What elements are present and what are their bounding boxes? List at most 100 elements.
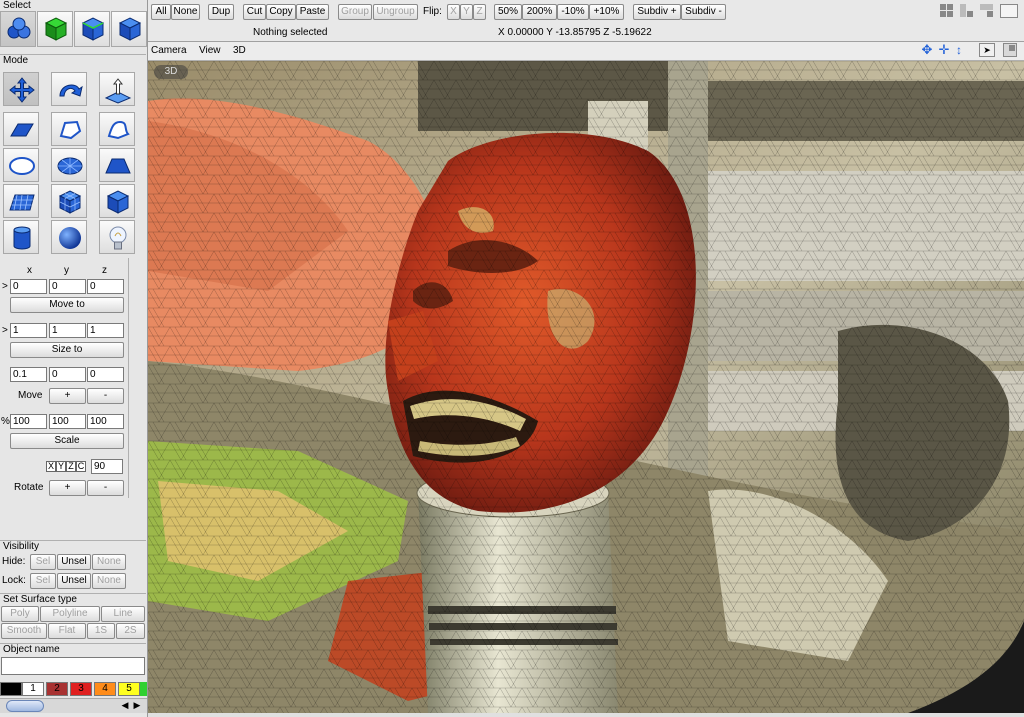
- cylinder-primitive-tool[interactable]: [3, 220, 39, 254]
- rotate-minus-button[interactable]: -: [87, 480, 124, 496]
- paste-button[interactable]: Paste: [296, 4, 329, 20]
- move-plus-button[interactable]: +: [49, 388, 86, 404]
- layout-single-icon[interactable]: [940, 4, 954, 18]
- select-faces-tool[interactable]: [37, 11, 73, 47]
- surface-polyline-button[interactable]: Polyline: [40, 606, 100, 622]
- size-x-field[interactable]: 1: [10, 323, 47, 338]
- scale-z-field[interactable]: 100: [87, 414, 124, 429]
- object-name-field[interactable]: [1, 657, 145, 675]
- surface-flat-button[interactable]: Flat: [48, 623, 86, 639]
- lock-none-button[interactable]: None: [92, 573, 126, 589]
- flip-z-button[interactable]: Z: [473, 4, 486, 20]
- 3d-viewport[interactable]: 3D: [148, 61, 1024, 713]
- position-apply-arrow[interactable]: >: [2, 281, 8, 293]
- select-none-button[interactable]: None: [171, 4, 200, 20]
- rotate-z-checkbox[interactable]: Z: [66, 461, 76, 472]
- trapezoid-primitive-tool[interactable]: [99, 148, 135, 182]
- color-swatch-1[interactable]: 1: [22, 682, 44, 696]
- move-mode-tool[interactable]: [3, 72, 39, 106]
- position-x-field[interactable]: 0: [10, 279, 47, 294]
- hide-none-button[interactable]: None: [92, 554, 126, 570]
- select-all-button[interactable]: All: [151, 4, 171, 20]
- zoom-minus10-button[interactable]: -10%: [557, 4, 589, 20]
- light-primitive-tool[interactable]: [99, 220, 135, 254]
- move-to-button[interactable]: Move to: [10, 297, 124, 313]
- dolly-camera-icon[interactable]: ↕: [954, 43, 964, 57]
- subdiv-plus-button[interactable]: Subdiv +: [633, 4, 681, 20]
- hide-unselected-button[interactable]: Unsel: [57, 554, 91, 570]
- rotate-x-checkbox[interactable]: X: [46, 461, 56, 472]
- surface-smooth-button[interactable]: Smooth: [1, 623, 47, 639]
- rotate-mode-tool[interactable]: [51, 72, 87, 106]
- rotate-y-checkbox[interactable]: Y: [56, 461, 66, 472]
- flip-x-button[interactable]: X: [447, 4, 460, 20]
- grid-cube-tool[interactable]: [51, 184, 87, 218]
- flip-y-button[interactable]: Y: [460, 4, 473, 20]
- layout-full-icon[interactable]: [1000, 4, 1018, 18]
- surface-line-button[interactable]: Line: [101, 606, 145, 622]
- size-z-field[interactable]: 1: [87, 323, 124, 338]
- duplicate-button[interactable]: Dup: [208, 4, 234, 20]
- rotate-plus-button[interactable]: +: [49, 480, 86, 496]
- camera-menu[interactable]: Camera: [151, 45, 187, 57]
- plane-primitive-tool[interactable]: [3, 112, 39, 146]
- hide-selected-button[interactable]: Sel: [30, 554, 56, 570]
- spline-outline-tool[interactable]: [99, 112, 135, 146]
- rotate-angle-field[interactable]: 90: [91, 459, 123, 474]
- scale-mode-tool[interactable]: [99, 72, 135, 106]
- surface-1s-button[interactable]: 1S: [87, 623, 115, 639]
- select-vertices-tool[interactable]: [111, 11, 147, 47]
- color-swatch-more[interactable]: [140, 682, 147, 696]
- lock-unselected-button[interactable]: Unsel: [57, 573, 91, 589]
- copy-button[interactable]: Copy: [266, 4, 296, 20]
- select-edges-tool[interactable]: [74, 11, 110, 47]
- orbit-camera-icon[interactable]: ✥: [920, 43, 934, 57]
- zoom-50-button[interactable]: 50%: [494, 4, 522, 20]
- cut-button[interactable]: Cut: [243, 4, 266, 20]
- zoom-plus10-button[interactable]: +10%: [589, 4, 624, 20]
- size-y-field[interactable]: 1: [49, 323, 86, 338]
- layout-split-icon[interactable]: [960, 4, 974, 18]
- camera-view-icon[interactable]: ➤: [979, 43, 995, 57]
- swatch-scrollbar-thumb[interactable]: [6, 700, 44, 712]
- scale-y-field[interactable]: 100: [49, 414, 86, 429]
- scale-button[interactable]: Scale: [10, 433, 124, 449]
- cube-primitive-tool[interactable]: [99, 184, 135, 218]
- sphere-primitive-tool[interactable]: [51, 220, 87, 254]
- disc-primitive-tool[interactable]: [3, 148, 39, 182]
- rotate-c-checkbox[interactable]: C: [76, 461, 86, 472]
- ungroup-button[interactable]: Ungroup: [373, 4, 418, 20]
- scroll-left-icon[interactable]: ◀: [119, 698, 131, 712]
- object-name-section-title: Object name: [0, 643, 146, 655]
- surface-poly-button[interactable]: Poly: [1, 606, 39, 622]
- size-to-button[interactable]: Size to: [10, 342, 124, 358]
- polygon-outline-tool[interactable]: [51, 112, 87, 146]
- color-swatch-3[interactable]: 3: [70, 682, 92, 696]
- size-apply-arrow[interactable]: >: [2, 325, 8, 337]
- 3d-menu[interactable]: 3D: [233, 45, 246, 57]
- grid-primitive-tool[interactable]: [3, 184, 39, 218]
- position-z-field[interactable]: 0: [87, 279, 124, 294]
- scale-x-field[interactable]: 100: [10, 414, 47, 429]
- color-swatch-4[interactable]: 4: [94, 682, 116, 696]
- lock-selected-button[interactable]: Sel: [30, 573, 56, 589]
- view-menu[interactable]: View: [199, 45, 221, 57]
- move-step-y-field[interactable]: 0: [49, 367, 86, 382]
- group-button[interactable]: Group: [338, 4, 372, 20]
- move-step-x-field[interactable]: 0.1: [10, 367, 47, 382]
- filled-disc-tool[interactable]: [51, 148, 87, 182]
- zoom-200-button[interactable]: 200%: [522, 4, 557, 20]
- move-minus-button[interactable]: -: [87, 388, 124, 404]
- color-swatch-5[interactable]: 5: [118, 682, 140, 696]
- maximize-view-icon[interactable]: [1003, 43, 1017, 57]
- select-objects-tool[interactable]: [0, 11, 36, 47]
- move-step-z-field[interactable]: 0: [87, 367, 124, 382]
- color-swatch-2[interactable]: 2: [46, 682, 68, 696]
- layout-quad-icon[interactable]: [980, 4, 994, 18]
- subdiv-minus-button[interactable]: Subdiv -: [681, 4, 726, 20]
- position-y-field[interactable]: 0: [49, 279, 86, 294]
- scroll-right-icon[interactable]: ▶: [131, 698, 143, 712]
- color-swatch-black[interactable]: [0, 682, 22, 696]
- surface-2s-button[interactable]: 2S: [116, 623, 145, 639]
- pan-camera-icon[interactable]: ✛: [937, 43, 951, 57]
